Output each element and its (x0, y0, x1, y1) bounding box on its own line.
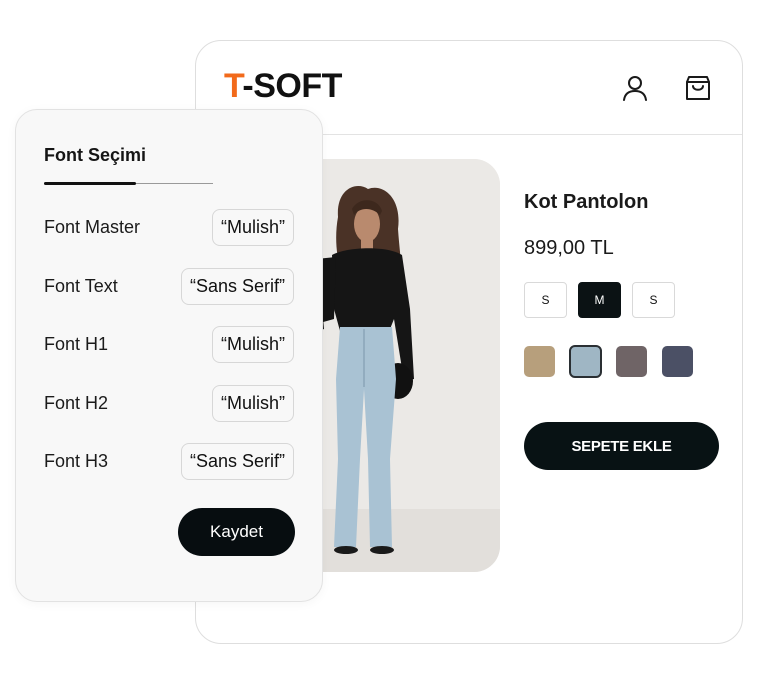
shopping-bag-icon[interactable] (683, 73, 713, 103)
font-row-text: Font Text “Sans Serif” (44, 268, 294, 306)
font-row-h3: Font H3 “Sans Serif” (44, 443, 294, 481)
product-price: 899,00 TL (524, 237, 614, 259)
font-label: Font H2 (44, 393, 109, 413)
user-icon[interactable] (620, 73, 650, 103)
font-value-field[interactable]: “Mulish” (211, 209, 294, 246)
color-swatch[interactable] (616, 346, 647, 377)
product-info: Kot Pantolon 899,00 TL (524, 191, 724, 260)
color-selector (524, 345, 693, 378)
font-selection-panel: Font Seçimi Font Master “Mulish” Font Te… (15, 109, 323, 602)
size-option[interactable]: S (524, 282, 567, 318)
font-value-field[interactable]: “Mulish” (211, 326, 294, 363)
size-option[interactable]: S (632, 282, 675, 318)
font-value-field[interactable]: “Mulish” (211, 385, 294, 422)
product-image (306, 159, 500, 572)
panel-title: Font Seçimi (44, 145, 147, 165)
save-button[interactable]: Kaydet (178, 508, 295, 556)
tab-underline-active (44, 182, 136, 185)
add-to-cart-button[interactable]: SEPETE EKLE (524, 422, 719, 470)
size-selector: S M S (524, 282, 675, 318)
color-swatch[interactable] (524, 346, 555, 377)
font-row-master: Font Master “Mulish” (44, 209, 294, 247)
color-swatch-selected[interactable] (569, 345, 602, 378)
font-label: Font Master (44, 217, 141, 237)
font-row-h2: Font H2 “Mulish” (44, 385, 294, 423)
color-swatch[interactable] (662, 346, 693, 377)
font-row-h1: Font H1 “Mulish” (44, 326, 294, 364)
font-label: Font Text (44, 276, 118, 296)
size-option-selected[interactable]: M (578, 282, 621, 318)
font-label: Font H1 (44, 334, 109, 354)
brand-logo[interactable]: T-SOFT (224, 69, 342, 103)
font-value-field[interactable]: “Sans Serif” (180, 268, 294, 305)
font-label: Font H3 (44, 451, 109, 471)
font-value-field[interactable]: “Sans Serif” (180, 443, 294, 480)
product-title: Kot Pantolon (524, 191, 649, 213)
